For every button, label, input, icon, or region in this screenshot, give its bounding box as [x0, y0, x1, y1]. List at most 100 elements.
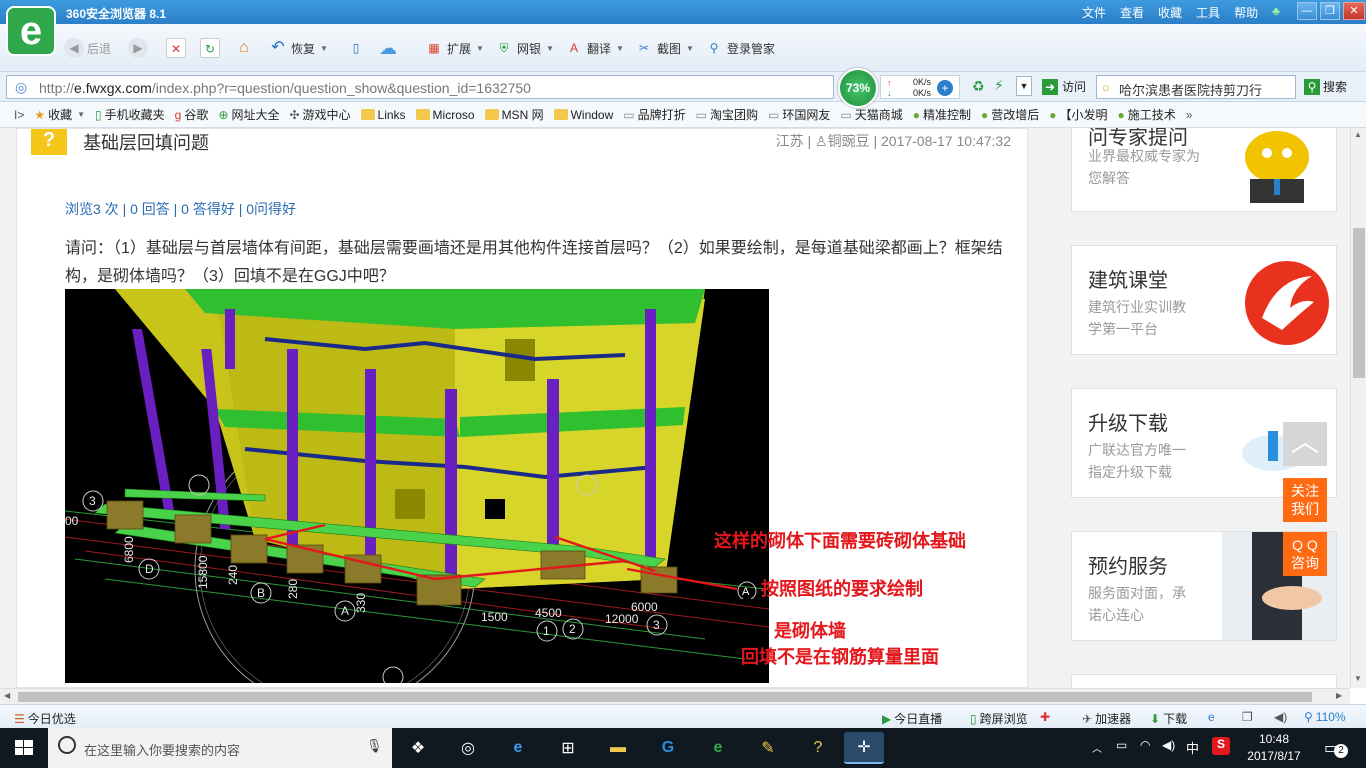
search-input[interactable]: ○ 哈尔滨患者医院持剪刀行	[1096, 75, 1296, 99]
bookmark-item[interactable]: ▭ 品牌打折	[623, 106, 685, 123]
restore-button[interactable]: ↶ 恢复 ▼	[268, 36, 328, 60]
scroll-down-icon[interactable]: ▼	[1354, 674, 1362, 683]
taskbar-app-icon[interactable]: ◎	[448, 732, 488, 764]
refresh-button[interactable]: ↻	[200, 36, 220, 60]
scroll-up-icon[interactable]: ▲	[1354, 130, 1362, 139]
follow-us-button[interactable]: 关注 我们	[1283, 478, 1327, 522]
bookmark-favorites[interactable]: ★ 收藏 ▼	[34, 106, 85, 123]
add-icon[interactable]: +	[937, 80, 953, 96]
recycle-icon[interactable]: ♻	[972, 78, 985, 95]
bookmark-folder[interactable]: Window	[553, 108, 613, 122]
menu-file[interactable]: 文件	[1082, 4, 1106, 21]
dim-label: 280	[286, 579, 300, 599]
taskbar-search-input[interactable]: 在这里输入你要搜索的内容 🎙	[48, 728, 392, 768]
stop-button[interactable]: ✕	[166, 36, 186, 60]
horizontal-scroll-thumb[interactable]	[18, 692, 1312, 702]
volume-icon[interactable]: ◀)	[1162, 738, 1175, 752]
search-value: 哈尔滨患者医院持剪刀行	[1119, 83, 1263, 98]
visit-button[interactable]: ➜ 访问	[1042, 78, 1086, 95]
today-live[interactable]: ▶ 今日直播	[882, 710, 942, 727]
microphone-icon[interactable]: 🎙	[366, 738, 383, 754]
zoom-level[interactable]: ⚲ 110%	[1304, 710, 1346, 724]
sogou-icon[interactable]: S	[1212, 737, 1230, 755]
lightning-icon[interactable]: ⚡	[994, 77, 1004, 94]
bookmark-item[interactable]: ✣ 游戏中心	[289, 106, 350, 123]
ask-expert-card[interactable]: 问专家提问 业界最权威专家为您解答	[1071, 128, 1337, 212]
bookmark-item[interactable]: ● 精准控制	[913, 106, 971, 123]
bookmark-item[interactable]: ● 营改增后	[981, 106, 1039, 123]
action-center-icon[interactable]: ▭ 2	[1322, 736, 1348, 760]
bookmark-item[interactable]: g 谷歌	[175, 106, 209, 123]
bookmark-folder[interactable]: Links	[360, 108, 406, 122]
back-button[interactable]: ◀ 后退	[64, 36, 111, 60]
browser-360-icon[interactable]: e	[698, 732, 738, 764]
help-app-icon[interactable]: ?	[798, 732, 838, 764]
sidebar-toggle-icon[interactable]: I>	[14, 108, 24, 122]
scroll-right-icon[interactable]: ▶	[1336, 691, 1342, 700]
status-plugin[interactable]: ✚	[1040, 710, 1050, 724]
battery-icon[interactable]: ▭	[1116, 738, 1127, 752]
menu-view[interactable]: 查看	[1120, 4, 1144, 21]
building-class-card[interactable]: 建筑课堂 建筑行业实训教 学第一平台	[1071, 245, 1337, 355]
file-explorer-icon[interactable]: ▬	[598, 732, 638, 764]
cloud-button[interactable]: ☁	[378, 36, 398, 60]
windows-start-icon[interactable]	[0, 728, 48, 768]
system-clock[interactable]: 10:48 2017/8/17	[1242, 731, 1306, 765]
bookmark-folder[interactable]: Microso	[415, 108, 475, 122]
bookmark-item[interactable]: ● 施工技术	[1118, 106, 1176, 123]
vertical-scroll-thumb[interactable]	[1353, 228, 1365, 378]
browser-logo-icon[interactable]: e	[6, 6, 56, 56]
login-manager-button[interactable]: ⚲ 登录管家	[704, 36, 775, 60]
home-button[interactable]: ⌂	[234, 36, 254, 60]
close-button[interactable]: ✕	[1343, 2, 1365, 20]
window-mode[interactable]: ❐	[1242, 710, 1253, 724]
translate-button[interactable]: A 翻译 ▼	[564, 36, 624, 60]
folder-icon	[553, 109, 568, 120]
ie-mode[interactable]: e	[1208, 710, 1215, 724]
cross-screen[interactable]: ▯ 跨屏浏览	[970, 710, 1028, 727]
extend-button[interactable]: ▦ 扩展 ▼	[424, 36, 484, 60]
edge-icon[interactable]: e	[498, 732, 538, 764]
bookmark-item[interactable]: ▭ 淘宝团购	[696, 106, 758, 123]
store-icon[interactable]: ⊞	[548, 732, 588, 764]
speedup-ball[interactable]: 73%	[838, 68, 878, 108]
active-app-icon[interactable]: ✛	[844, 732, 884, 764]
netbank-button[interactable]: ⛨ 网银 ▼	[494, 36, 553, 60]
dropdown-icon[interactable]: ▼	[1016, 76, 1032, 96]
bookmark-item[interactable]: ▯ 手机收藏夹	[95, 106, 165, 123]
ime-indicator[interactable]: 中	[1186, 738, 1199, 757]
menu-help[interactable]: 帮助	[1234, 4, 1258, 21]
bookmark-folder[interactable]: MSN 网	[484, 106, 544, 123]
vertical-scrollbar[interactable]: ▲ ▼	[1350, 128, 1366, 688]
bookmark-item[interactable]: ▭ 天猫商城	[840, 106, 902, 123]
qq-consult-button[interactable]: Q Q 咨询	[1283, 532, 1327, 576]
glodon-app-icon[interactable]: G	[648, 732, 688, 764]
wifi-icon[interactable]: ◠	[1140, 738, 1150, 752]
show-hidden-icons-icon[interactable]: ︿	[1092, 740, 1102, 755]
maximize-button[interactable]: ❐	[1320, 2, 1340, 20]
bookmark-item[interactable]: ▭ 环国网友	[768, 106, 830, 123]
back-to-top-button[interactable]: ︿	[1283, 422, 1327, 466]
mobile-button[interactable]: ▯	[346, 36, 366, 60]
minimize-button[interactable]: —	[1297, 2, 1317, 20]
accelerator[interactable]: ✈ 加速器	[1082, 710, 1131, 727]
horizontal-scrollbar[interactable]: ◀ ▶	[0, 688, 1350, 704]
search-button[interactable]: ⚲ 搜索	[1304, 78, 1347, 95]
question-user[interactable]: 铜豌豆	[828, 133, 870, 149]
grid-icon: ▦	[428, 41, 440, 55]
volume[interactable]: ◀)	[1274, 710, 1287, 724]
more-bookmarks-icon[interactable]: »	[1186, 108, 1193, 122]
bookmark-item[interactable]: ● 【小发明	[1049, 106, 1107, 123]
notes-app-icon[interactable]: ✎	[748, 732, 788, 764]
forward-button[interactable]: ▶	[128, 36, 148, 60]
scroll-left-icon[interactable]: ◀	[4, 691, 10, 700]
menu-favorites[interactable]: 收藏	[1158, 4, 1182, 21]
skin-icon[interactable]: ♣	[1272, 4, 1280, 21]
menu-tools[interactable]: 工具	[1196, 4, 1220, 21]
downloads[interactable]: ⬇ 下载	[1150, 710, 1187, 727]
bookmark-item[interactable]: ⊕ 网址大全	[218, 106, 279, 123]
task-view-icon[interactable]: ❖	[398, 732, 438, 764]
address-bar[interactable]: ◎ http://e.fwxgx.com/index.php?r=questio…	[6, 75, 834, 99]
today-picks[interactable]: ☰ 今日优选	[14, 710, 76, 727]
screenshot-button[interactable]: ✂ 截图 ▼	[634, 36, 694, 60]
